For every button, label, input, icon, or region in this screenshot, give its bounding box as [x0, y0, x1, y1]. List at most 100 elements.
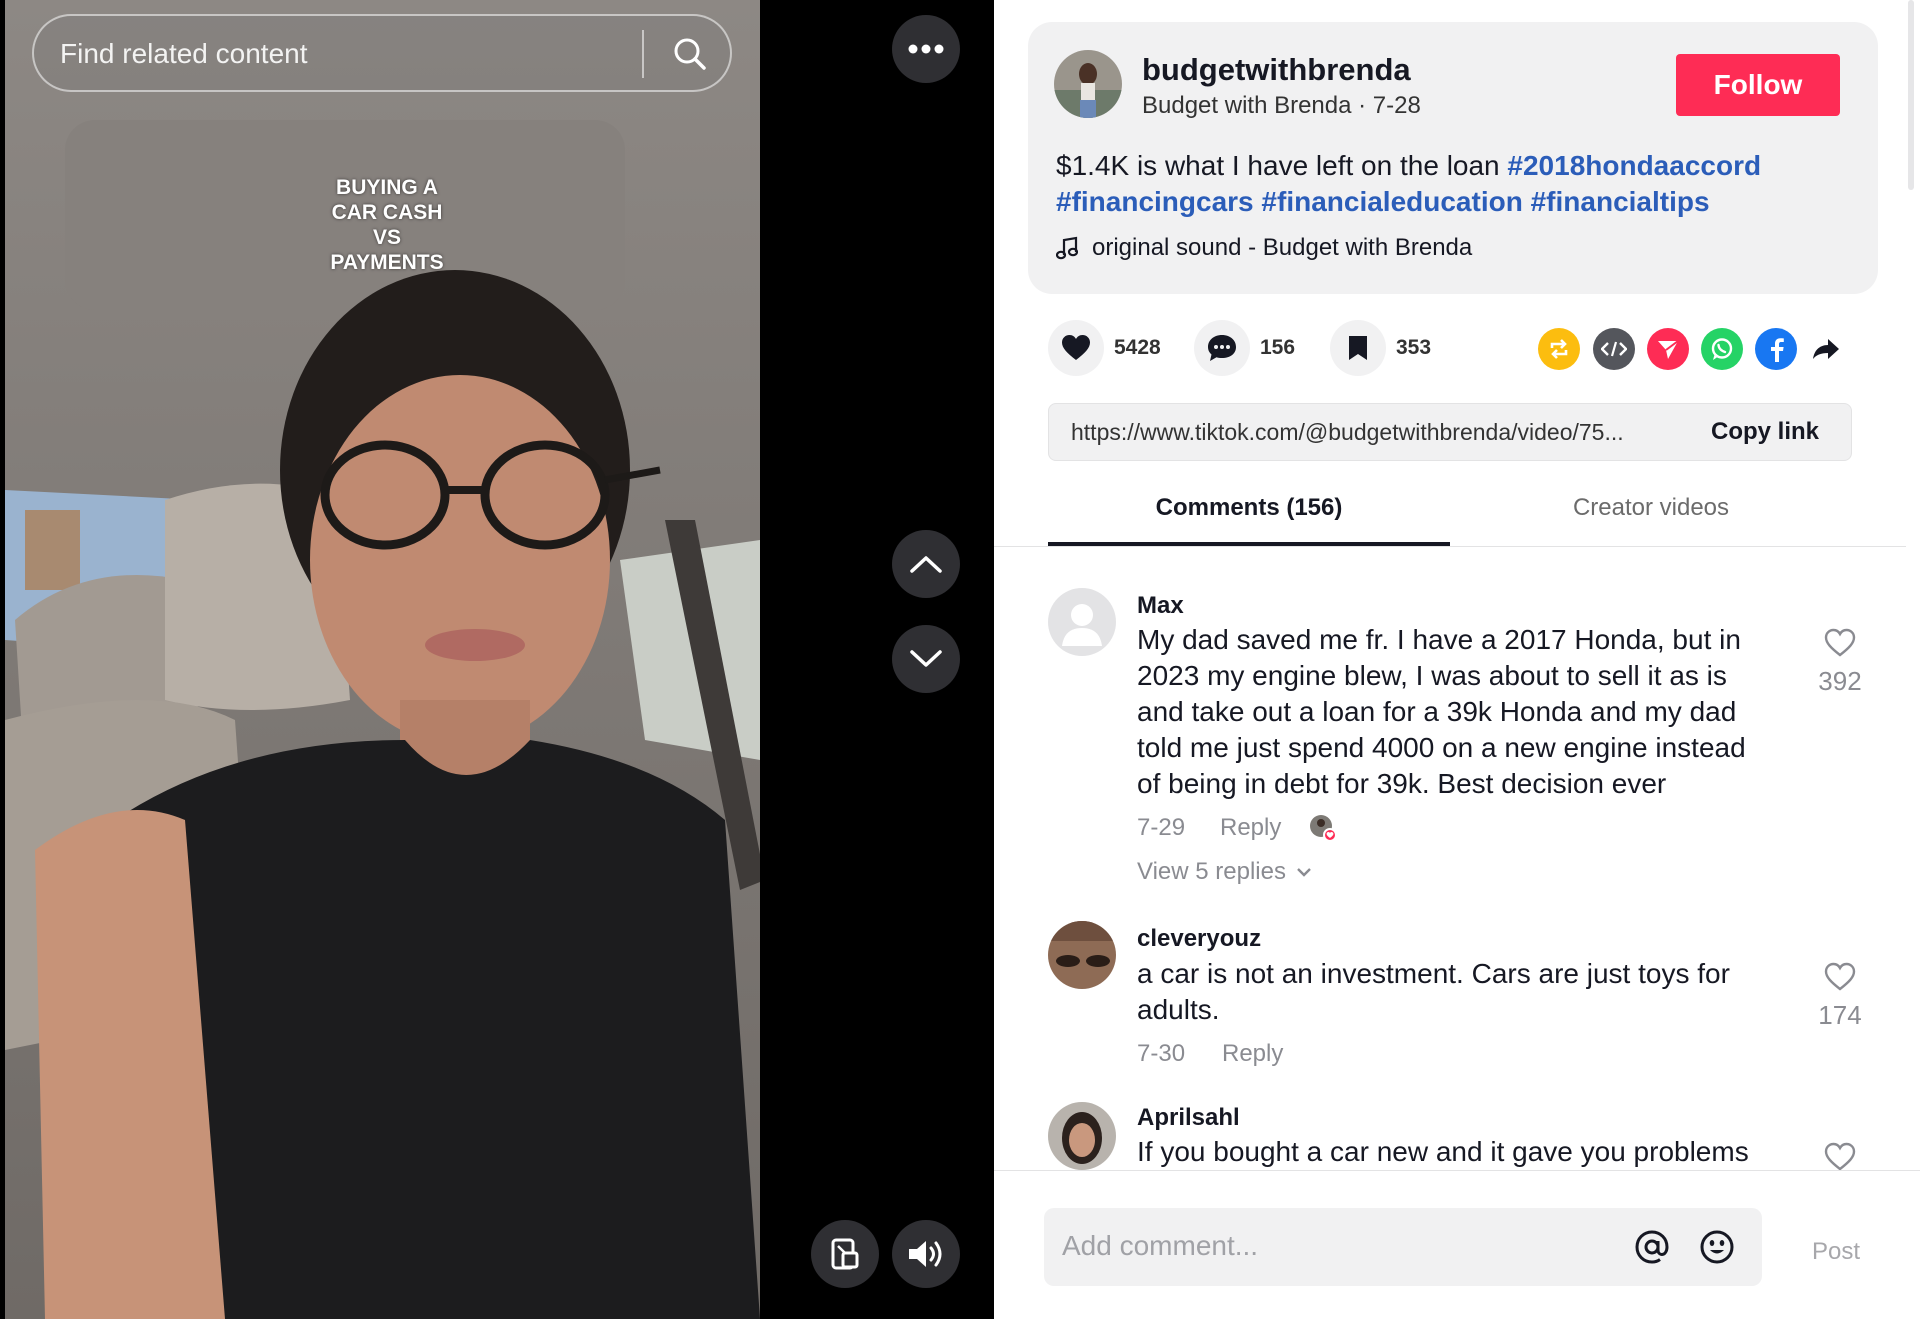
chevron-down-icon	[1297, 868, 1311, 877]
search-divider	[642, 30, 644, 78]
comment-bubble-icon	[1208, 335, 1236, 361]
facebook-share-button[interactable]	[1755, 328, 1797, 370]
scrollbar[interactable]	[1908, 0, 1914, 190]
search-button[interactable]	[662, 28, 718, 80]
default-avatar-icon	[1048, 588, 1116, 656]
post-caption: $1.4K is what I have left on the loan #2…	[1056, 148, 1846, 220]
creator-username[interactable]: budgetwithbrenda	[1142, 52, 1411, 88]
embed-icon	[1601, 341, 1627, 357]
follow-button[interactable]: Follow	[1676, 54, 1840, 116]
creator-card: budgetwithbrenda Budget with Brenda · 7-…	[1028, 22, 1878, 294]
post-comment-button[interactable]: Post	[1812, 1238, 1860, 1266]
tabs-divider	[994, 546, 1906, 547]
send-to-friends-button[interactable]	[1647, 328, 1689, 370]
sound-name: original sound - Budget with Brenda	[1092, 234, 1473, 261]
chevron-down-icon	[910, 650, 942, 667]
comment-author[interactable]: Max	[1137, 592, 1184, 620]
copy-link-button[interactable]: Copy link	[1711, 418, 1819, 446]
details-panel: budgetwithbrenda Budget with Brenda · 7-…	[994, 0, 1920, 1319]
comment-text: If you bought a car new and it gave you …	[1137, 1136, 1749, 1167]
comment-avatar[interactable]	[1048, 921, 1116, 989]
find-related-search-bar[interactable]: Find related content	[32, 14, 732, 92]
comment-avatar[interactable]	[1048, 588, 1116, 656]
comment-input[interactable]: Add comment...	[1062, 1230, 1258, 1262]
video-stage: BUYING A CAR CASH VS PAYMENTS Find relat…	[0, 0, 994, 1319]
hashtag-link[interactable]: #financingcars	[1056, 186, 1254, 217]
comment-author[interactable]: Aprilsahl	[1137, 1104, 1240, 1132]
search-input[interactable]: Find related content	[60, 38, 308, 70]
tab-comments[interactable]: Comments (156)	[1048, 494, 1450, 546]
comment-avatar[interactable]	[1048, 1102, 1116, 1170]
creator-liked-badge	[1309, 814, 1337, 842]
save-count: 353	[1396, 336, 1432, 359]
mention-button[interactable]	[1634, 1229, 1670, 1265]
video-url[interactable]: https://www.tiktok.com/@budgetwithbrenda…	[1071, 419, 1691, 446]
embed-button[interactable]	[1593, 328, 1635, 370]
view-replies-button[interactable]: View 5 replies	[1137, 858, 1312, 886]
like-stat[interactable]: 5428	[1048, 320, 1161, 376]
bookmark-icon	[1349, 336, 1367, 360]
previous-video-button[interactable]	[892, 530, 960, 598]
comment-stat[interactable]: 156	[1194, 320, 1295, 376]
emoji-icon	[1700, 1230, 1734, 1264]
share-arrow-icon	[1813, 339, 1839, 359]
facebook-icon	[1771, 338, 1784, 362]
avatar	[1054, 50, 1122, 118]
like-button[interactable]	[1048, 320, 1104, 376]
comment-date: 7-29	[1137, 814, 1186, 841]
comment-like[interactable]	[1810, 1142, 1870, 1170]
hashtag-link[interactable]: #financialeducation	[1261, 186, 1522, 217]
reply-button[interactable]: Reply	[1220, 814, 1281, 842]
comment-like-count: 174	[1818, 1000, 1862, 1030]
heart-outline-icon	[1824, 1142, 1856, 1170]
more-share-button[interactable]	[1805, 328, 1847, 370]
avatar	[1048, 921, 1116, 989]
more-options-button[interactable]	[892, 15, 960, 83]
comment-author[interactable]: cleveryouz	[1137, 925, 1261, 953]
video-link-box: https://www.tiktok.com/@budgetwithbrenda…	[1048, 403, 1852, 461]
hashtag-link[interactable]: #2018hondaaccord	[1507, 150, 1761, 181]
comment-date: 7-30	[1137, 1040, 1186, 1067]
ellipsis-icon	[908, 44, 944, 54]
avatar	[1048, 1102, 1116, 1170]
volume-icon	[909, 1241, 942, 1267]
video-player[interactable]: BUYING A CAR CASH VS PAYMENTS	[5, 0, 760, 1319]
floating-player-button[interactable]	[811, 1220, 879, 1288]
save-stat[interactable]: 353	[1330, 320, 1431, 376]
favorite-button[interactable]	[1330, 320, 1386, 376]
like-count: 5428	[1114, 336, 1161, 359]
overlay-line: PAYMENTS	[330, 251, 444, 274]
at-mention-icon	[1635, 1230, 1669, 1264]
comment-like[interactable]: 174	[1810, 962, 1870, 1031]
composer-divider	[994, 1170, 1920, 1171]
heart-icon	[1062, 335, 1090, 360]
emoji-button[interactable]	[1699, 1229, 1735, 1265]
comment-composer[interactable]: Add comment...	[1044, 1208, 1762, 1286]
video-overlay-caption: BUYING A CAR CASH VS PAYMENTS	[320, 175, 454, 275]
comment-like[interactable]: 392	[1810, 628, 1870, 697]
hashtag-link[interactable]: #financialtips	[1531, 186, 1710, 217]
creator-avatar[interactable]	[1054, 50, 1122, 118]
search-icon	[674, 38, 706, 70]
heart-outline-icon	[1824, 962, 1856, 991]
caption-text: $1.4K is what I have left on the loan	[1056, 150, 1500, 181]
heart-outline-icon	[1824, 628, 1856, 657]
tab-creator-videos[interactable]: Creator videos	[1450, 494, 1852, 546]
whatsapp-share-button[interactable]	[1701, 328, 1743, 370]
repost-button[interactable]	[1538, 328, 1580, 370]
comment-text: My dad saved me fr. I have a 2017 Honda,…	[1137, 624, 1746, 799]
repost-icon	[1550, 339, 1568, 359]
comment-item-clipped: Aprilsahl If you bought a car new and it…	[994, 1100, 1906, 1170]
sound-link[interactable]: original sound - Budget with Brenda	[1056, 234, 1472, 262]
next-video-button[interactable]	[892, 625, 960, 693]
overlay-line: CAR CASH	[331, 201, 443, 224]
send-to-friends-icon	[1658, 340, 1679, 359]
whatsapp-icon	[1711, 338, 1733, 360]
overlay-line: VS	[372, 226, 401, 249]
chevron-up-icon	[910, 556, 942, 573]
picture-in-picture-icon	[831, 1238, 859, 1270]
reply-button[interactable]: Reply	[1222, 1040, 1283, 1068]
volume-button[interactable]	[892, 1220, 960, 1288]
creator-subline: Budget with Brenda · 7-28	[1142, 92, 1421, 119]
comment-button[interactable]	[1194, 320, 1250, 376]
